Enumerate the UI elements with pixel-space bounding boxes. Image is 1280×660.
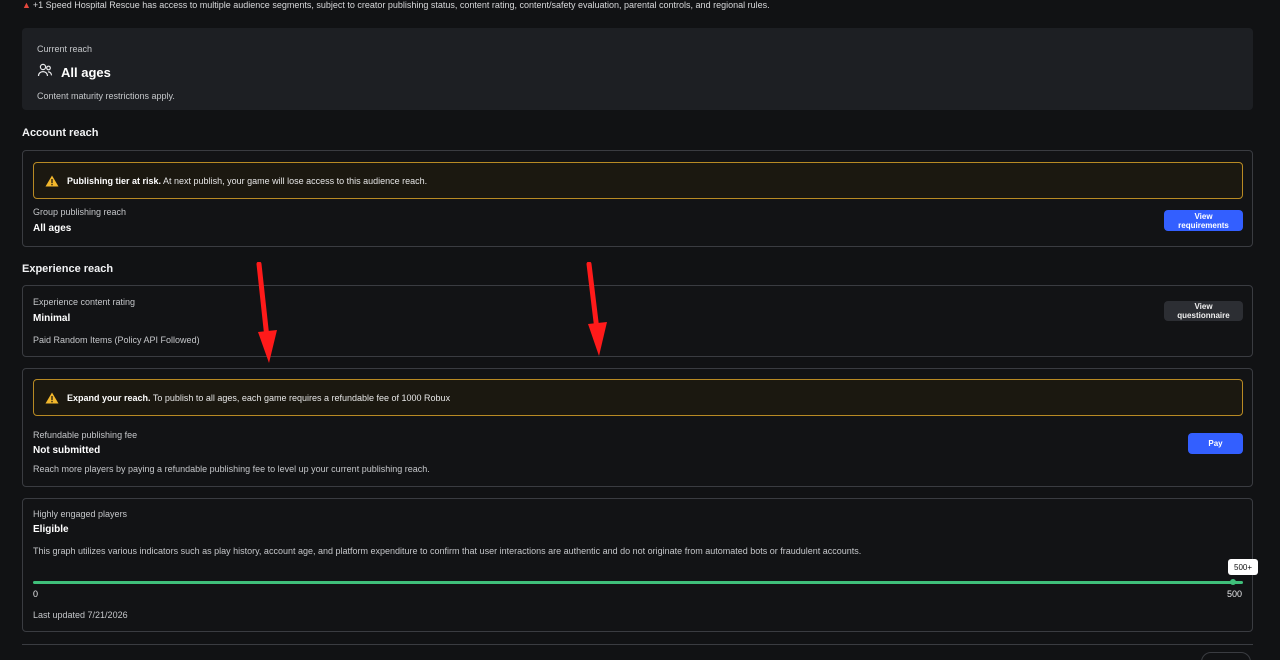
axis-min-label: 0 (33, 589, 39, 599)
view-requirements-button[interactable]: View requirements (1164, 210, 1243, 231)
experience-content-rating-label: Experience content rating (33, 297, 136, 307)
alert-body: At next publish, your game will lose acc… (161, 175, 428, 186)
refundable-fee-value: Not submitted (33, 445, 101, 456)
experience-rating-card: Experience content rating Minimal Paid R… (22, 285, 1253, 357)
red-arrow-annotation-left (256, 262, 277, 363)
expand-reach-alert-text: Expand your reach. To publish to all age… (67, 393, 450, 403)
publishing-fee-card: Expand your reach. To publish to all age… (22, 368, 1253, 487)
current-reach-value: All ages (61, 65, 111, 80)
view-questionnaire-button[interactable]: View questionnaire (1164, 301, 1243, 321)
publishing-tier-alert-text: Publishing tier at risk. At next publish… (67, 176, 427, 186)
alert-body: To publish to all ages, each game requir… (150, 392, 451, 403)
engaged-players-label: Highly engaged players (33, 509, 128, 519)
axis-max-label: 500 (1226, 589, 1242, 599)
engaged-players-value: Eligible (33, 524, 69, 535)
account-reach-heading: Account reach (22, 127, 99, 139)
last-updated-text: Last updated 7/21/2026 (33, 610, 128, 620)
group-publishing-reach-label: Group publishing reach (33, 207, 127, 217)
warning-icon (45, 392, 59, 403)
alert-title: Expand your reach. (67, 392, 151, 403)
alert-icon: ▲ (22, 0, 31, 10)
next-section-button[interactable] (1201, 652, 1251, 660)
red-arrow-annotation-right (586, 262, 607, 356)
publishing-tier-alert: Publishing tier at risk. At next publish… (33, 162, 1243, 199)
current-reach-note: Content maturity restrictions apply. (37, 91, 175, 101)
refundable-fee-label: Refundable publishing fee (33, 430, 138, 440)
current-reach-label: Current reach (37, 44, 93, 54)
refundable-fee-desc: Reach more players by paying a refundabl… (33, 464, 430, 474)
pay-button[interactable]: Pay (1188, 433, 1243, 454)
experience-content-rating-value: Minimal (33, 313, 71, 324)
top-notice-text: +1 Speed Hospital Rescue has access to m… (32, 0, 770, 10)
experience-reach-heading: Experience reach (22, 263, 114, 275)
next-section-divider (22, 644, 1253, 660)
top-notice: ▲ +1 Speed Hospital Rescue has access to… (22, 0, 770, 10)
audience-reach-page: ▲ +1 Speed Hospital Rescue has access to… (0, 0, 1280, 660)
engaged-players-card: Highly engaged players Eligible This gra… (22, 498, 1259, 632)
experience-content-rating-desc: Paid Random Items (Policy API Followed) (33, 335, 200, 345)
engagement-tooltip: 500+ (1228, 559, 1259, 575)
warning-icon (45, 175, 59, 186)
engagement-progress-bar (33, 581, 1243, 584)
engaged-players-desc: This graph utilizes various indicators s… (33, 546, 862, 556)
current-reach-panel: Current reach All ages Content maturity … (22, 28, 1253, 110)
expand-reach-alert: Expand your reach. To publish to all age… (33, 379, 1243, 416)
users-icon (37, 62, 53, 83)
group-publishing-reach-value: All ages (33, 223, 72, 234)
alert-title: Publishing tier at risk. (67, 175, 162, 186)
engagement-progress-thumb (1230, 579, 1236, 585)
account-reach-card: Publishing tier at risk. At next publish… (22, 150, 1253, 247)
